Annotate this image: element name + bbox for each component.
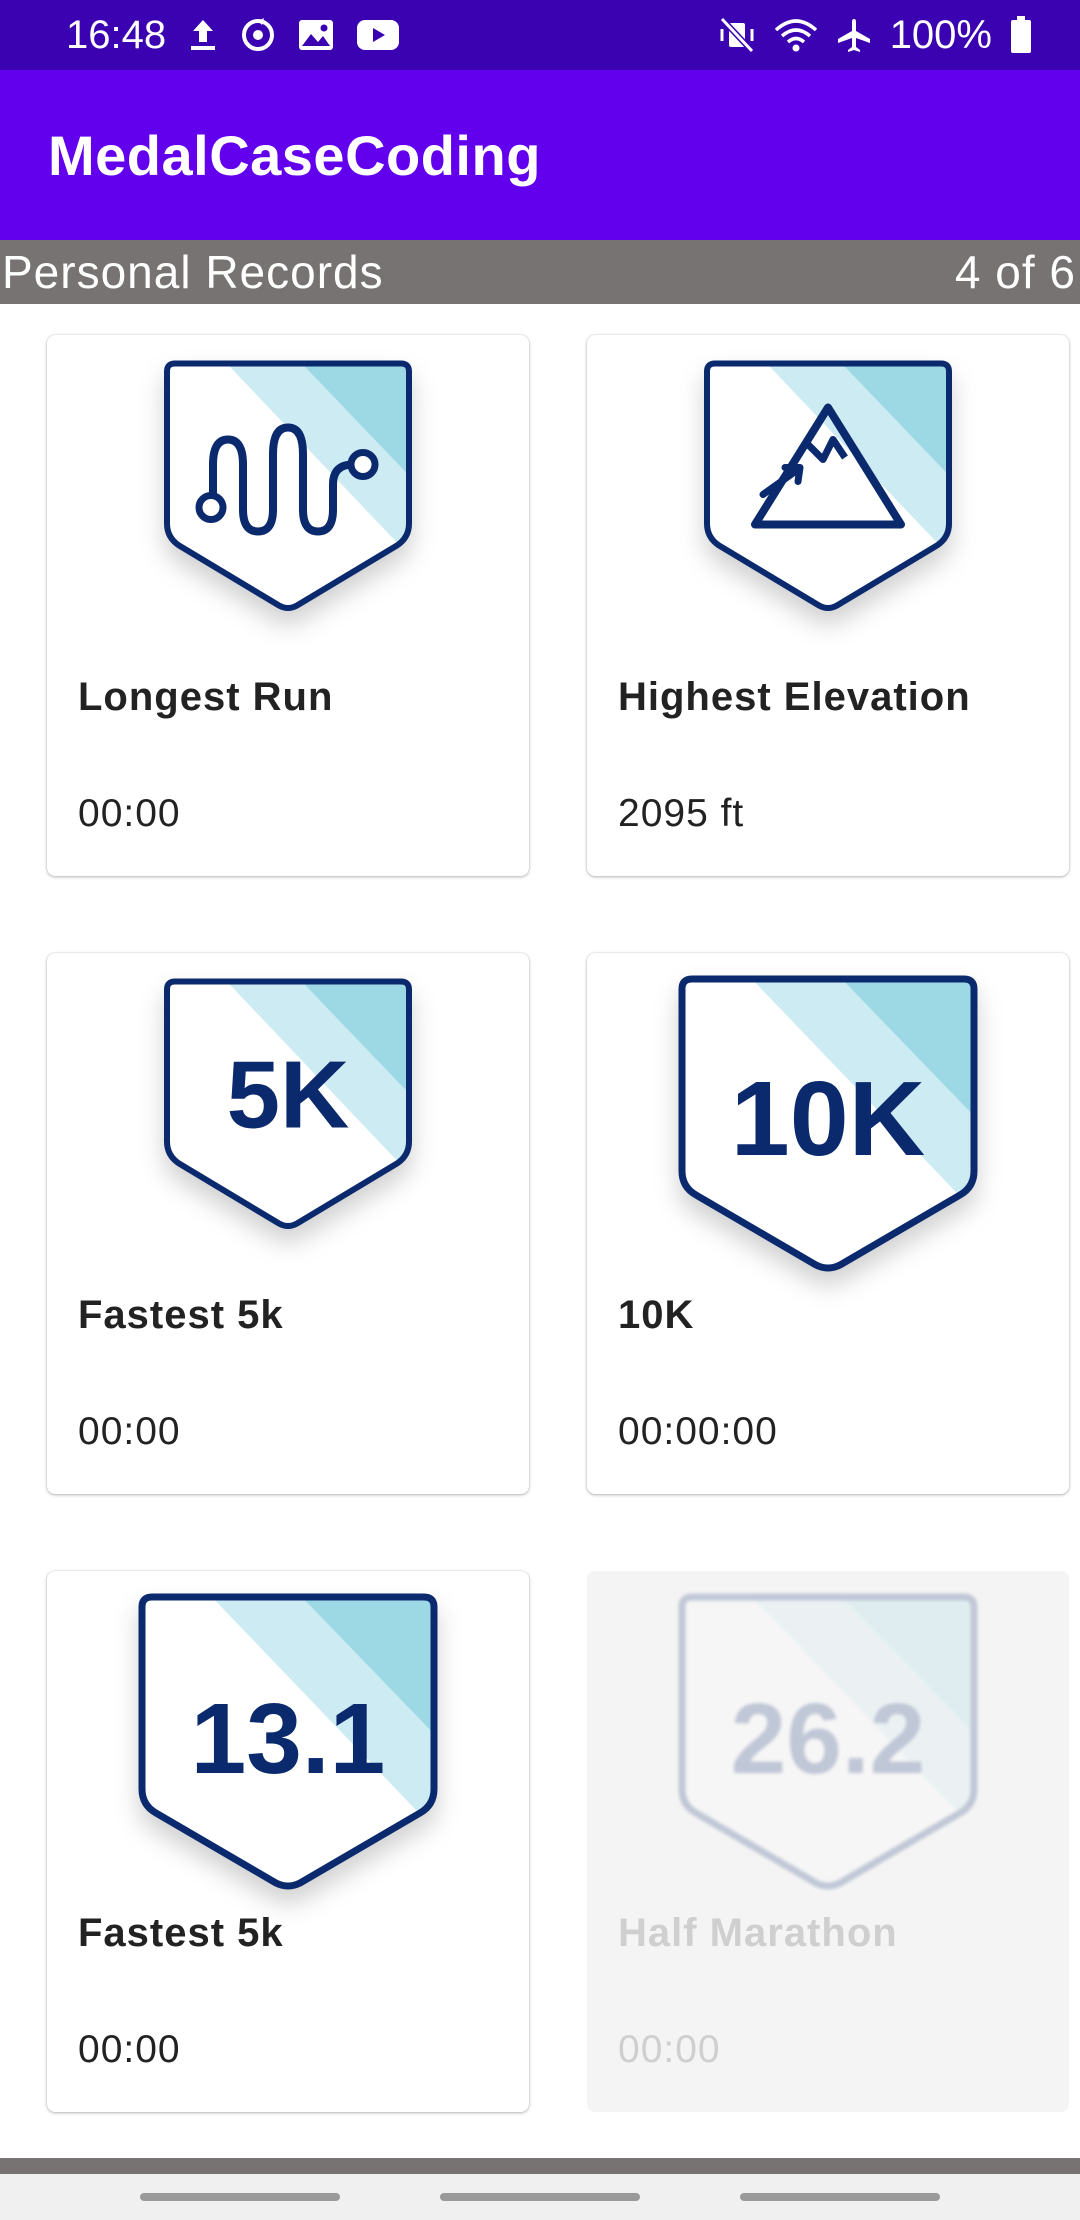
record-card-13-1[interactable]: 13.1 Fastest 5k 00:00 bbox=[47, 1571, 529, 2112]
status-bar: 16:48 100% bbox=[0, 0, 1080, 70]
record-card-highest-elevation[interactable]: Highest Elevation 2095 ft bbox=[587, 335, 1069, 876]
record-card-10k[interactable]: 10K 10K 00:00:00 bbox=[587, 953, 1069, 1494]
battery-icon bbox=[1010, 16, 1032, 54]
section-header: Personal Records 4 of 6 bbox=[0, 240, 1080, 304]
clock: 16:48 bbox=[66, 12, 167, 57]
card-value: 2095 ft bbox=[618, 792, 745, 835]
record-card-half-marathon[interactable]: 26.2 Half Marathon 00:00 bbox=[587, 1571, 1069, 2112]
badge-label: 5K bbox=[227, 1042, 350, 1149]
card-value: 00:00 bbox=[618, 2028, 721, 2071]
card-value: 00:00 bbox=[78, 2028, 181, 2071]
battery-percent: 100% bbox=[889, 12, 992, 57]
section-title: Personal Records bbox=[2, 246, 384, 298]
sync-icon bbox=[240, 17, 276, 53]
youtube-icon bbox=[356, 19, 400, 51]
badge-label: 26.2 bbox=[731, 1683, 926, 1795]
card-value: 00:00 bbox=[78, 1410, 181, 1453]
wifi-icon bbox=[774, 18, 818, 52]
airplane-icon bbox=[836, 17, 872, 53]
badge-label: 13.1 bbox=[191, 1683, 386, 1795]
nav-back-pill[interactable] bbox=[740, 2193, 940, 2201]
card-value: 00:00 bbox=[78, 792, 181, 835]
app-title: MedalCaseCoding bbox=[48, 123, 541, 187]
26-2-badge-icon: 26.2 bbox=[587, 1583, 1069, 1890]
gesture-nav-bar bbox=[0, 2174, 1080, 2220]
card-title: 10K bbox=[618, 1293, 695, 1337]
upload-icon bbox=[188, 18, 218, 52]
image-icon bbox=[298, 19, 334, 51]
mountain-badge-icon bbox=[587, 347, 1069, 637]
route-badge-icon bbox=[47, 347, 529, 637]
nav-home-pill[interactable] bbox=[440, 2193, 640, 2201]
card-title: Fastest 5k bbox=[78, 1911, 284, 1955]
10k-badge-icon: 10K bbox=[587, 965, 1069, 1272]
record-card-longest-run[interactable]: Longest Run 00:00 bbox=[47, 335, 529, 876]
app-bar: MedalCaseCoding bbox=[0, 70, 1080, 240]
record-card-fastest-5k[interactable]: 5K Fastest 5k 00:00 bbox=[47, 953, 529, 1494]
5k-badge-icon: 5K bbox=[47, 965, 529, 1255]
badge-label: 10K bbox=[731, 1060, 925, 1178]
next-section-header bbox=[0, 2158, 1080, 2174]
card-value: 00:00:00 bbox=[618, 1410, 778, 1453]
section-count: 4 of 6 bbox=[954, 246, 1076, 298]
vibrate-off-icon bbox=[718, 17, 756, 53]
card-title: Fastest 5k bbox=[78, 1293, 284, 1337]
card-title: Half Marathon bbox=[618, 1911, 898, 1955]
card-title: Longest Run bbox=[78, 675, 334, 719]
card-title: Highest Elevation bbox=[618, 675, 971, 719]
nav-recents-pill[interactable] bbox=[140, 2193, 340, 2201]
13-1-badge-icon: 13.1 bbox=[47, 1583, 529, 1890]
